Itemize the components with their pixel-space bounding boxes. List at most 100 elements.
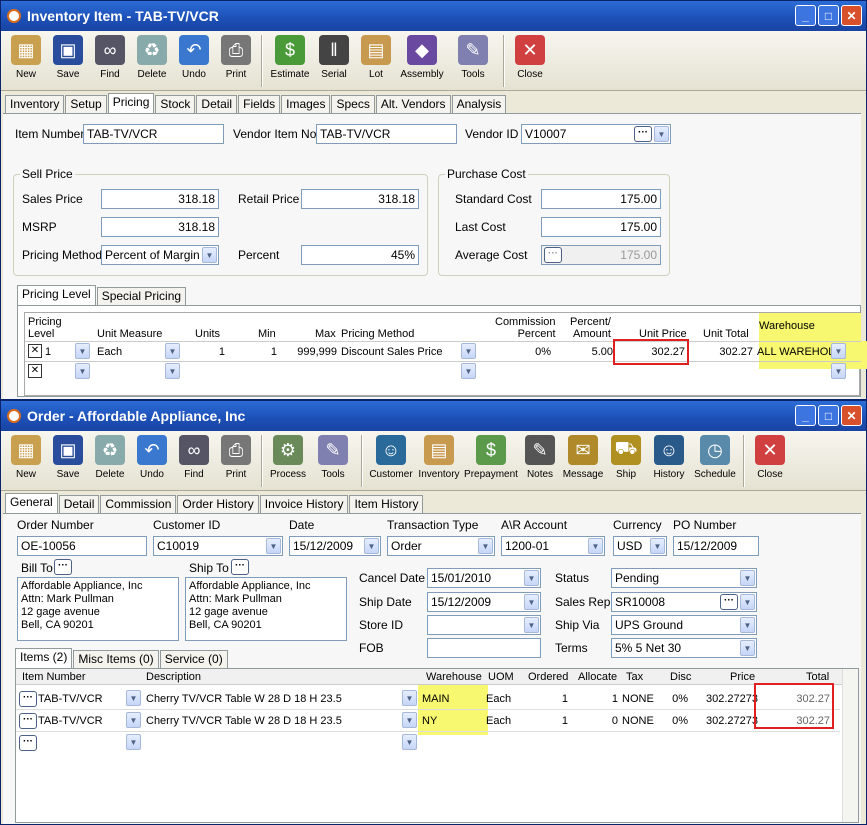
cell-price[interactable]: 302.27273: [696, 715, 758, 727]
chevron-down-icon[interactable]: ▼: [831, 343, 846, 359]
tools-button[interactable]: ✎ Tools: [447, 35, 499, 80]
bill-to-address[interactable]: Affordable Appliance, Inc Attn: Mark Pull…: [17, 577, 179, 641]
assembly-button[interactable]: ◆ Assembly: [397, 35, 447, 80]
terms-select[interactable]: 5% 5 Net 30 ▼: [611, 638, 757, 658]
tab-detail[interactable]: Detail: [196, 95, 238, 113]
new-row-lookup-icon[interactable]: ···: [19, 735, 37, 751]
tab-order-history[interactable]: Order History: [177, 495, 259, 513]
ship-button[interactable]: ⛟ Ship: [605, 435, 647, 480]
row-lookup-icon[interactable]: ···: [19, 691, 37, 707]
tab-specs[interactable]: Specs: [331, 95, 375, 113]
customer-button[interactable]: ☺ Customer: [367, 435, 415, 480]
chevron-down-icon[interactable]: ▼: [740, 594, 755, 610]
inventory-button[interactable]: ▤ Inventory: [415, 435, 463, 480]
cell-description[interactable]: Cherry TV/VCR Table W 28 D 18 H 23.5: [146, 693, 342, 705]
tab-setup[interactable]: Setup: [65, 95, 107, 113]
vendor-id-field[interactable]: V10007 ··· ▼: [521, 124, 671, 144]
cell-tax[interactable]: NONE: [622, 693, 654, 705]
ship-via-select[interactable]: UPS Ground ▼: [611, 615, 757, 635]
tab-misc-items[interactable]: Misc Items (0): [73, 650, 159, 668]
po-number-field[interactable]: 15/12/2009: [673, 536, 759, 556]
status-select[interactable]: Pending ▼: [611, 568, 757, 588]
print-button[interactable]: ⎙ Print: [215, 35, 257, 80]
chevron-down-icon[interactable]: ▼: [266, 538, 281, 554]
tab-service[interactable]: Service (0): [159, 650, 228, 668]
estimate-button[interactable]: $ Estimate: [267, 35, 313, 80]
lot-button[interactable]: ▤ Lot: [355, 35, 397, 80]
tab-analysis[interactable]: Analysis: [451, 95, 507, 113]
date-field[interactable]: 15/12/2009 ▼: [289, 536, 381, 556]
chevron-down-icon[interactable]: ▼: [165, 343, 180, 359]
customer-id-field[interactable]: C10019 ▼: [153, 536, 283, 556]
tab-images[interactable]: Images: [281, 95, 331, 113]
chevron-down-icon[interactable]: ▼: [650, 538, 665, 554]
close-button[interactable]: ✕ Close: [509, 35, 551, 80]
msrp-field[interactable]: 318.18: [101, 217, 219, 237]
cell-unit-measure[interactable]: Each: [97, 346, 122, 358]
tab-stock[interactable]: Stock: [155, 95, 196, 113]
new-button[interactable]: ▦ New: [5, 435, 47, 480]
chevron-down-icon[interactable]: ▼: [126, 690, 141, 706]
tab-detail[interactable]: Detail: [58, 495, 100, 513]
chevron-down-icon[interactable]: ▼: [654, 126, 669, 142]
cancel-date-field[interactable]: 15/01/2010 ▼: [427, 568, 541, 588]
cell-percent-amount[interactable]: 5.00: [575, 346, 613, 358]
close-window-button[interactable]: ✕: [841, 405, 862, 426]
row-lookup-icon[interactable]: ···: [19, 713, 37, 729]
history-button[interactable]: ☺ History: [647, 435, 691, 480]
chevron-down-icon[interactable]: ▼: [75, 343, 90, 359]
new-button[interactable]: ▦ New: [5, 35, 47, 80]
delete-button[interactable]: ♻ Delete: [131, 35, 173, 80]
cell-pricing-method[interactable]: Discount Sales Price: [341, 346, 443, 358]
vertical-scrollbar[interactable]: [842, 669, 858, 822]
store-id-select[interactable]: ▼: [427, 615, 541, 635]
chevron-down-icon[interactable]: ▼: [402, 734, 417, 750]
cell-description[interactable]: Cherry TV/VCR Table W 28 D 18 H 23.5: [146, 715, 342, 727]
cell-tax[interactable]: NONE: [622, 715, 654, 727]
chevron-down-icon[interactable]: ▼: [740, 570, 755, 586]
cell-ordered[interactable]: 1: [546, 693, 568, 705]
chevron-down-icon[interactable]: ▼: [126, 734, 141, 750]
tab-alt-vendors[interactable]: Alt. Vendors: [375, 95, 451, 113]
delete-button[interactable]: ♻ Delete: [89, 435, 131, 480]
bill-to-lookup-icon[interactable]: ···: [54, 559, 72, 575]
minimize-button[interactable]: _: [795, 405, 816, 426]
percent-field[interactable]: 45%: [301, 245, 419, 265]
find-button[interactable]: ∞ Find: [173, 435, 215, 480]
process-button[interactable]: ⚙ Process: [267, 435, 309, 480]
cell-allocate[interactable]: 1: [596, 693, 618, 705]
currency-select[interactable]: USD ▼: [613, 536, 667, 556]
message-button[interactable]: ✉ Message: [561, 435, 605, 480]
chevron-down-icon[interactable]: ▼: [524, 617, 539, 633]
cell-uom[interactable]: Each: [486, 715, 511, 727]
tab-items[interactable]: Items (2): [15, 648, 73, 668]
chevron-down-icon[interactable]: ▼: [402, 690, 417, 706]
chevron-down-icon[interactable]: ▼: [126, 712, 141, 728]
cell-min[interactable]: 1: [257, 346, 277, 358]
chevron-down-icon[interactable]: ▼: [75, 363, 90, 379]
cell-price[interactable]: 302.27273: [696, 693, 758, 705]
cell-max[interactable]: 999,999: [285, 346, 337, 358]
tab-inventory[interactable]: Inventory: [5, 95, 65, 113]
ship-to-lookup-icon[interactable]: ···: [231, 559, 249, 575]
cell-ordered[interactable]: 1: [546, 715, 568, 727]
cell-unit-total[interactable]: 302.27: [701, 346, 753, 358]
save-button[interactable]: ▣ Save: [47, 435, 89, 480]
chevron-down-icon[interactable]: ▼: [402, 712, 417, 728]
tab-pricing-level[interactable]: Pricing Level: [17, 285, 96, 305]
close-button[interactable]: ✕ Close: [749, 435, 791, 480]
ar-account-select[interactable]: 1200-01 ▼: [501, 536, 605, 556]
tools-button[interactable]: ✎ Tools: [309, 435, 357, 480]
chevron-down-icon[interactable]: ▼: [740, 617, 755, 633]
ship-to-address[interactable]: Affordable Appliance, Inc Attn: Mark Pull…: [185, 577, 347, 641]
item-number-field[interactable]: TAB-TV/VCR: [83, 124, 224, 144]
cell-disc[interactable]: 0%: [664, 715, 688, 727]
cell-disc[interactable]: 0%: [664, 693, 688, 705]
save-button[interactable]: ▣ Save: [47, 35, 89, 80]
maximize-button[interactable]: □: [818, 405, 839, 426]
sales-price-field[interactable]: 318.18: [101, 189, 219, 209]
close-window-button[interactable]: ✕: [841, 5, 862, 26]
lookup-ellipsis-icon[interactable]: ···: [720, 594, 738, 610]
tab-item-history[interactable]: Item History: [349, 495, 424, 513]
chevron-down-icon[interactable]: ▼: [524, 570, 539, 586]
